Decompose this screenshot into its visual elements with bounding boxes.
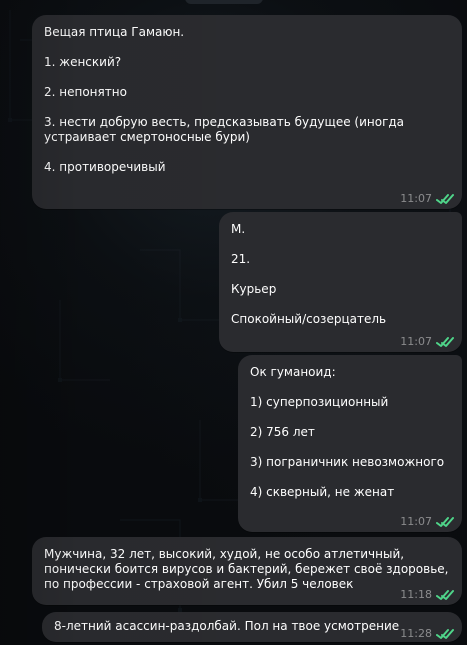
message-line: 4) скверный, не женат [250,485,395,499]
message-line: 21. [231,252,251,266]
message-meta: 11:28 [400,628,454,640]
message-line: Мужчина, 32 лет, высокий, худой, не особ… [44,547,405,561]
message-line: Ок гуманоид: [250,365,336,379]
message-line: 4. противоречивый [44,160,166,174]
message-time: 11:07 [400,192,432,205]
double-check-icon [436,590,454,600]
message-line: 3. нести добрую весть, предсказывать буд… [44,115,405,129]
message-line: М. [231,222,246,236]
message-line: устраивает смертоносные бури) [44,130,250,144]
message-meta: 11:18 [400,589,454,601]
message-line: 2) 756 лет [250,425,315,439]
message-bubble[interactable]: Вещая птица Гамаюн. 1. женский? 2. непон… [32,15,462,209]
message-line: по профессии - страховой агент. Убил 5 ч… [44,577,354,591]
double-check-icon [436,517,454,527]
message-meta: 11:07 [400,336,454,348]
message-line: 2. непонятно [44,85,127,99]
double-check-icon [436,337,454,347]
message-line: 8-летний асассин-раздолбай. Пол на твое … [54,619,400,633]
message-time: 11:07 [400,335,432,348]
message-meta: 11:07 [400,193,454,205]
message-bubble[interactable]: Мужчина, 32 лет, высокий, худой, не особ… [32,537,462,605]
message-time: 11:18 [400,588,432,601]
message-bubble[interactable]: Ок гуманоид: 1) суперпозиционный 2) 756 … [238,355,462,532]
message-bubble[interactable]: 8-летний асассин-раздолбай. Пол на твое … [42,612,462,642]
double-check-icon [436,629,454,639]
top-date-pill [185,0,263,4]
message-bubble[interactable]: М. 21. Курьер Спокойный/созерцатель 11:0… [219,212,462,352]
message-meta: 11:07 [400,516,454,528]
message-line: понически боится вирусов и бактерий, бер… [44,562,449,576]
message-line: Вещая птица Гамаюн. [44,25,185,39]
message-line: 3) пограничник невозможного [250,455,445,469]
message-line: 1. женский? [44,55,122,69]
message-line: 1) суперпозиционный [250,395,389,409]
message-line: Курьер [231,282,277,296]
message-time: 11:28 [400,627,432,640]
message-time: 11:07 [400,515,432,528]
double-check-icon [436,194,454,204]
message-line: Спокойный/созерцатель [231,312,387,326]
